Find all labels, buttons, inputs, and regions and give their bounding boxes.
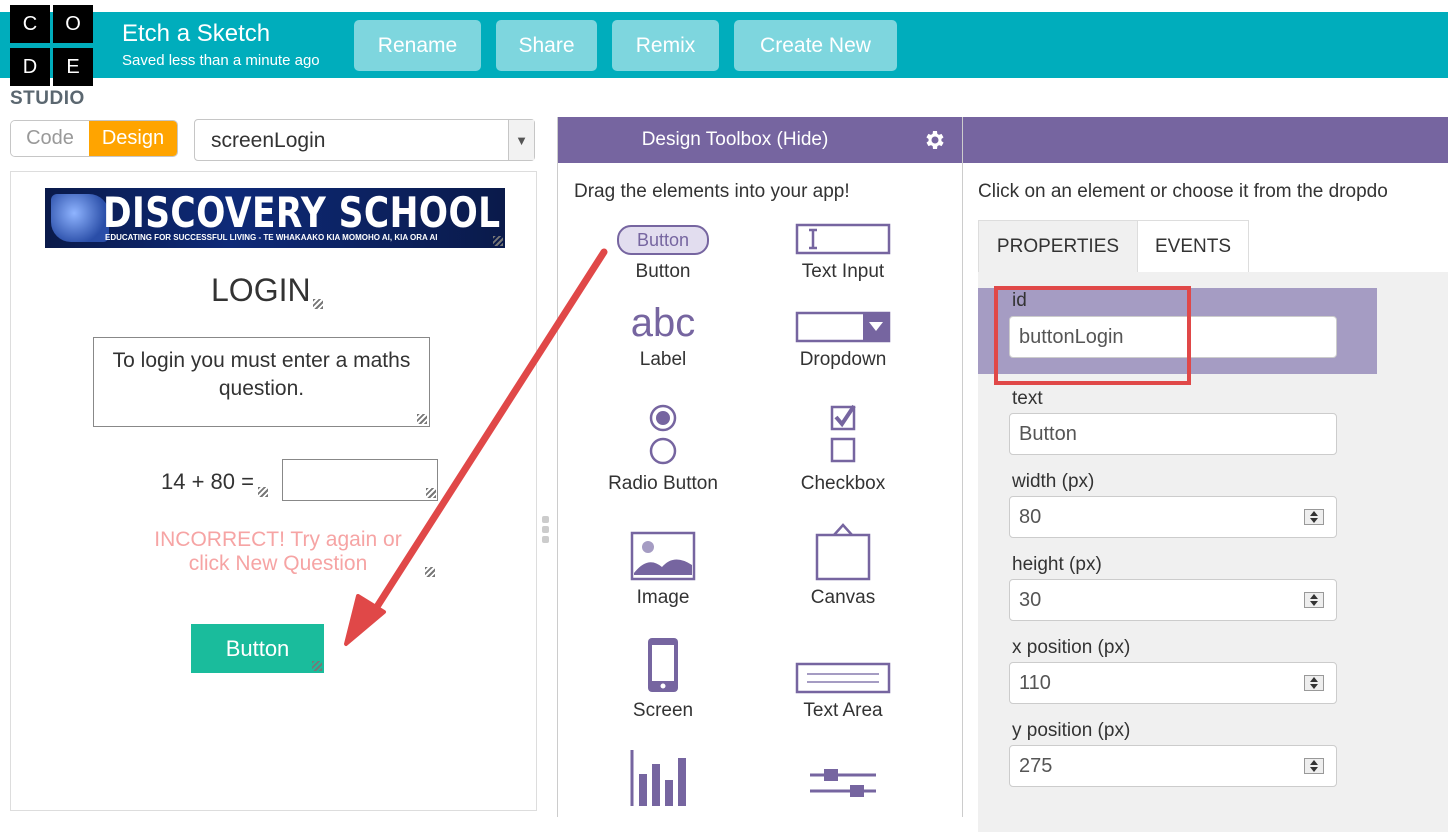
panel-splitter-handle[interactable] <box>542 516 550 546</box>
image-icon <box>630 531 696 581</box>
width-label: width (px) <box>1012 471 1095 492</box>
resize-handle-icon[interactable] <box>313 299 323 309</box>
toolbox-item-text-input[interactable]: Text Input <box>763 213 923 283</box>
gear-icon[interactable] <box>922 128 946 152</box>
spinner-arrows-icon[interactable] <box>1304 675 1324 691</box>
height-value: 30 <box>1019 588 1042 611</box>
app-login-button[interactable]: Button <box>191 624 324 673</box>
remix-button[interactable]: Remix <box>612 20 719 71</box>
text-label: text <box>1012 388 1043 409</box>
properties-hint: Click on an element or choose it from th… <box>978 181 1388 202</box>
app-preview: DISCOVERY SCHOOL EDUCATING FOR SUCCESSFU… <box>10 171 537 811</box>
width-field[interactable]: 80 <box>1009 496 1337 538</box>
logo-letter: D <box>10 48 50 86</box>
y-position-field[interactable]: 275 <box>1009 745 1337 787</box>
resize-handle-icon[interactable] <box>417 414 427 424</box>
annotation-highlight-box <box>994 286 1191 385</box>
math-answer-input[interactable] <box>282 459 438 501</box>
toolbox-item-label: Radio Button <box>608 473 718 494</box>
share-button[interactable]: Share <box>496 20 597 71</box>
saved-status: Saved less than a minute ago <box>122 52 320 69</box>
canvas-icon <box>815 523 871 581</box>
toolbox-title[interactable]: Design Toolbox (Hide) <box>642 129 829 151</box>
text-field[interactable]: Button <box>1009 413 1337 455</box>
logo-letter: C <box>10 5 50 43</box>
chart-icon[interactable] <box>630 750 690 806</box>
toolbox-item-dropdown[interactable]: Dropdown <box>763 297 923 371</box>
toolbox-item-label: Label <box>639 349 687 370</box>
x-position-value: 110 <box>1019 671 1051 694</box>
height-field[interactable]: 30 <box>1009 579 1337 621</box>
dropdown-icon <box>795 311 891 343</box>
slider-icon[interactable] <box>810 767 878 807</box>
button-icon: Button <box>617 225 709 255</box>
spinner-arrows-icon[interactable] <box>1304 758 1324 774</box>
toolbox-item-button[interactable]: Button Button <box>583 213 743 283</box>
incorrect-message-label[interactable]: INCORRECT! Try again or click New Questi… <box>133 528 423 576</box>
text-input-icon <box>795 223 891 255</box>
y-position-label: y position (px) <box>1012 720 1131 741</box>
width-value: 80 <box>1019 505 1042 528</box>
toolbox-item-label[interactable]: abc Label <box>583 297 743 371</box>
toolbox-item-label: Text Area <box>803 700 883 721</box>
resize-handle-icon[interactable] <box>258 487 268 497</box>
screen-icon <box>648 638 678 692</box>
create-new-button[interactable]: Create New <box>734 20 897 71</box>
text-area-icon <box>795 662 891 694</box>
math-question-label[interactable]: 14 + 80 = <box>161 469 254 495</box>
logo-letter: E <box>53 48 93 86</box>
studio-label: STUDIO <box>10 88 85 109</box>
screen-select-value: screenLogin <box>211 129 326 152</box>
code-logo[interactable]: C O D E <box>10 5 94 87</box>
logo-letter: O <box>53 5 93 43</box>
y-position-value: 275 <box>1019 754 1053 777</box>
project-title: Etch a Sketch <box>122 20 271 47</box>
tab-events[interactable]: EVENTS <box>1138 220 1249 272</box>
x-position-field[interactable]: 110 <box>1009 662 1337 704</box>
toolbox-item-label: Dropdown <box>799 349 887 370</box>
toolbox-item-checkbox[interactable]: Checkbox <box>763 397 923 495</box>
school-banner-image[interactable]: DISCOVERY SCHOOL EDUCATING FOR SUCCESSFU… <box>45 188 505 248</box>
design-mode-button[interactable]: Design <box>89 121 177 156</box>
toolbox-item-image[interactable]: Image <box>583 517 743 609</box>
banner-logo-icon <box>51 194 109 242</box>
radio-button-icon <box>649 404 677 465</box>
toolbox-item-label: Screen <box>632 700 694 721</box>
toolbox-header[interactable]: Design Toolbox (Hide) <box>558 117 962 163</box>
toolbox-item-label: Checkbox <box>800 473 886 494</box>
resize-handle-icon[interactable] <box>312 661 322 671</box>
x-position-label: x position (px) <box>1012 637 1131 658</box>
design-toolbox: Design Toolbox (Hide) Drag the elements … <box>557 117 963 817</box>
height-label: height (px) <box>1012 554 1102 575</box>
header: C O D E STUDIO Etch a Sketch Saved less … <box>0 0 1448 112</box>
resize-handle-icon[interactable] <box>493 236 503 246</box>
spinner-arrows-icon[interactable] <box>1304 509 1324 525</box>
banner-title: DISCOVERY SCHOOL <box>103 188 501 237</box>
toolbox-item-radio-button[interactable]: Radio Button <box>583 397 743 495</box>
screen-select[interactable]: screenLogin ▼ <box>194 119 535 161</box>
toolbox-hint: Drag the elements into your app! <box>574 181 850 202</box>
tab-properties[interactable]: PROPERTIES <box>978 220 1138 272</box>
resize-handle-icon[interactable] <box>425 567 435 577</box>
toolbox-item-label: Image <box>636 587 690 608</box>
toolbox-item-label: Text Input <box>801 261 885 282</box>
properties-header <box>963 117 1448 163</box>
spinner-arrows-icon[interactable] <box>1304 592 1324 608</box>
code-mode-button[interactable]: Code <box>11 121 89 156</box>
info-text-area[interactable]: To login you must enter a maths question… <box>93 337 430 427</box>
chevron-down-icon[interactable]: ▼ <box>508 120 534 160</box>
mode-toggle: Code Design <box>10 120 178 157</box>
resize-handle-icon[interactable] <box>426 488 436 498</box>
label-icon: abc <box>630 301 696 345</box>
rename-button[interactable]: Rename <box>354 20 481 71</box>
toolbox-item-canvas[interactable]: Canvas <box>763 517 923 609</box>
toolbox-item-text-area[interactable]: Text Area <box>763 632 923 722</box>
checkbox-icon <box>830 404 856 463</box>
toolbox-item-label: Button <box>635 261 691 282</box>
toolbox-item-label: Canvas <box>810 587 876 608</box>
toolbox-item-screen[interactable]: Screen <box>583 632 743 722</box>
login-label[interactable]: LOGIN <box>211 272 311 309</box>
banner-subtitle: EDUCATING FOR SUCCESSFUL LIVING - TE WHA… <box>105 233 438 242</box>
